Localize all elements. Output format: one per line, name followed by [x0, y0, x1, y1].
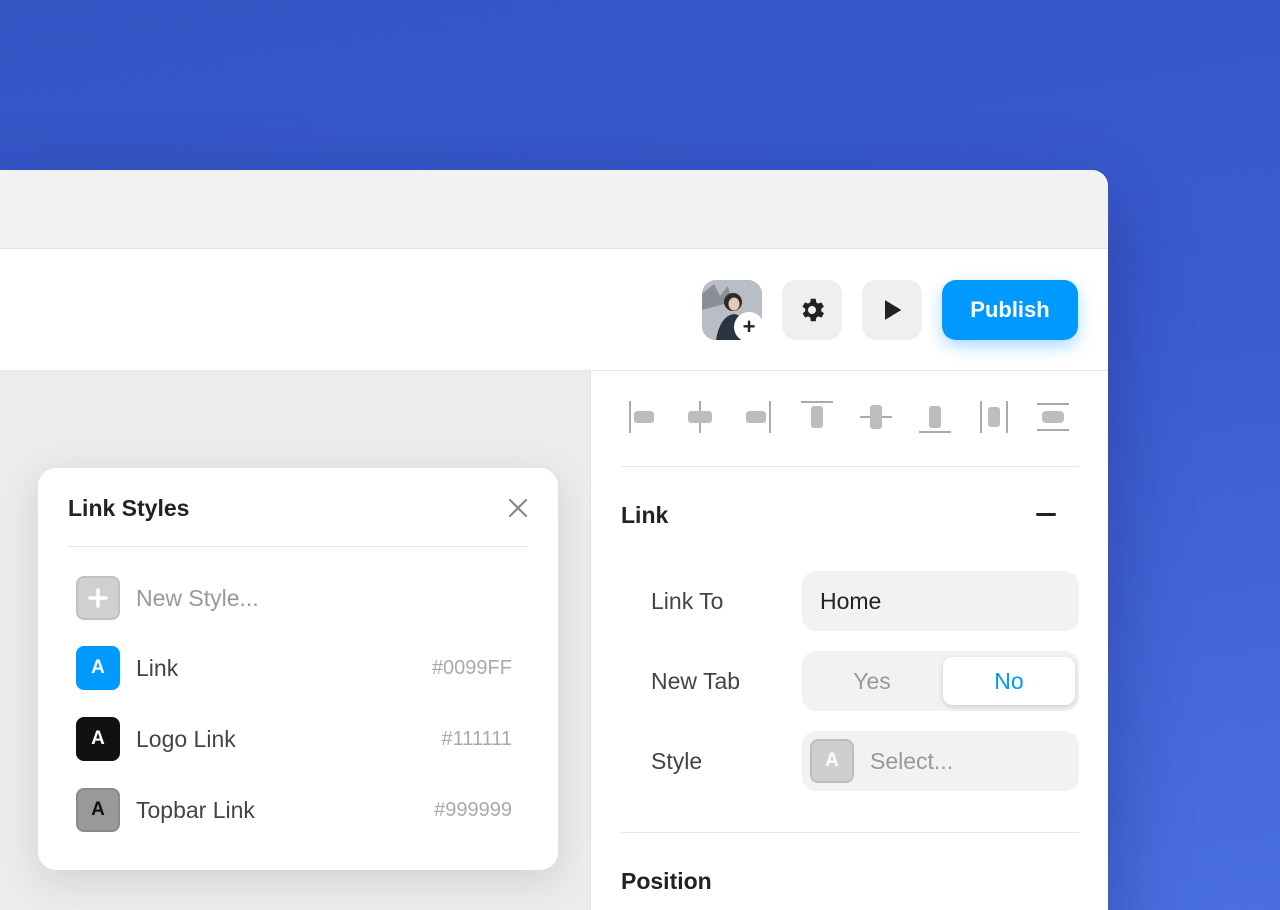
align-right-icon[interactable]	[739, 397, 779, 437]
align-bottom-icon[interactable]	[915, 397, 955, 437]
style-item-label: Topbar Link	[136, 797, 255, 823]
new-tab-label: New Tab	[651, 668, 741, 694]
play-icon	[885, 300, 902, 320]
style-item-label: Logo Link	[136, 726, 236, 752]
style-item-label: Link	[136, 655, 179, 681]
close-icon[interactable]	[506, 496, 530, 520]
link-to-field[interactable]: Home	[802, 571, 1079, 631]
new-style-label: New Style...	[136, 585, 259, 611]
style-swatch: A	[76, 646, 120, 690]
popup-title: Link Styles	[68, 495, 190, 521]
new-tab-segmented-control: Yes No	[802, 651, 1079, 711]
style-item-topbar-link[interactable]: A Topbar Link #999999	[76, 787, 516, 833]
new-tab-no-option[interactable]: No	[943, 657, 1075, 705]
align-center-h-icon[interactable]	[680, 397, 720, 437]
window-titlebar	[0, 170, 1108, 249]
style-item-hex: #999999	[434, 799, 512, 821]
new-style-item[interactable]: New Style...	[76, 575, 516, 621]
style-item-hex: #111111	[441, 728, 512, 750]
link-to-value: Home	[820, 588, 882, 614]
gear-icon	[802, 298, 824, 322]
alignment-toolbar	[621, 397, 1079, 437]
plus-icon	[76, 576, 120, 620]
collapse-minus-icon[interactable]	[1036, 513, 1056, 516]
align-middle-v-icon[interactable]	[856, 397, 896, 437]
style-swatch: A	[810, 739, 854, 783]
style-item-logo-link[interactable]: A Logo Link #111111	[76, 716, 516, 762]
panel-divider	[621, 466, 1079, 467]
preview-button[interactable]	[862, 280, 922, 340]
publish-button[interactable]: Publish	[942, 280, 1078, 340]
settings-button[interactable]	[782, 280, 842, 340]
distribute-h-icon[interactable]	[974, 397, 1014, 437]
new-tab-yes-option[interactable]: Yes	[806, 657, 938, 705]
position-section-title: Position	[621, 868, 712, 894]
popup-divider	[68, 546, 528, 547]
align-left-icon[interactable]	[621, 397, 661, 437]
link-to-label: Link To	[651, 588, 724, 614]
style-item-hex: #0099FF	[431, 657, 512, 679]
invite-plus-icon[interactable]: +	[734, 312, 764, 342]
distribute-v-icon[interactable]	[1033, 397, 1073, 437]
style-item-link[interactable]: A Link #0099FF	[76, 645, 516, 691]
properties-panel: Link Link To Home New Tab Yes No Style A…	[590, 371, 1108, 910]
align-top-icon[interactable]	[797, 397, 837, 437]
panel-divider	[621, 832, 1079, 833]
link-section-title: Link	[621, 502, 669, 528]
style-swatch: A	[76, 788, 120, 832]
style-label: Style	[651, 748, 703, 774]
link-styles-popup: Link Styles New Style... A Link #0099FF …	[38, 468, 558, 870]
style-select[interactable]: A Select...	[802, 731, 1079, 791]
top-toolbar: + Publish	[0, 249, 1108, 371]
style-placeholder: Select...	[870, 748, 954, 774]
style-swatch: A	[76, 717, 120, 761]
